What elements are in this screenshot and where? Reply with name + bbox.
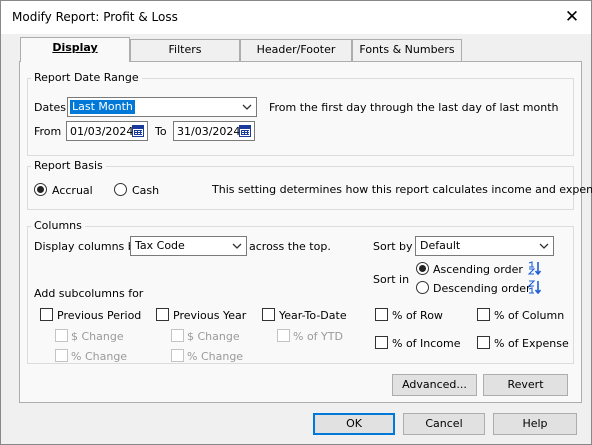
py-pct-change-checkbox[interactable] — [171, 349, 184, 362]
from-date-field[interactable]: 01/03/2024 — [66, 121, 148, 141]
tab-header-footer[interactable]: Header/Footer — [240, 39, 352, 61]
display-tab-panel: Report Date Range Dates Last Month From … — [19, 61, 592, 403]
dates-label: Dates — [34, 101, 67, 114]
across-the-top-label: across the top. — [249, 240, 331, 253]
to-label: To — [155, 125, 167, 138]
pp-pct-change-label: % Change — [71, 350, 128, 363]
previous-period-label: Previous Period — [57, 309, 142, 322]
to-date-value: 31/03/2024 — [177, 125, 241, 138]
ascending-order-radio[interactable] — [416, 262, 429, 275]
tab-fonts-numbers[interactable]: Fonts & Numbers — [352, 39, 462, 61]
close-icon[interactable]: ✕ — [561, 7, 583, 27]
pct-of-row-label: % of Row — [392, 309, 443, 322]
pp-pct-change-checkbox[interactable] — [55, 349, 68, 362]
pct-of-income-checkbox[interactable] — [375, 336, 388, 349]
sort-by-value: Default — [420, 239, 461, 252]
report-basis-label: Report Basis — [31, 159, 106, 172]
display-columns-dropdown[interactable]: Tax Code — [130, 236, 247, 256]
descending-order-radio[interactable] — [416, 281, 429, 294]
tab-display[interactable]: Display — [20, 37, 130, 62]
ok-button[interactable]: OK — [313, 413, 395, 435]
year-to-date-label: Year-To-Date — [279, 309, 347, 322]
cash-radio[interactable] — [114, 183, 127, 196]
date-range-description: From the first day through the last day … — [269, 101, 559, 114]
sort-in-label: Sort in — [373, 273, 410, 286]
to-date-field[interactable]: 31/03/2024 — [173, 121, 255, 141]
ascending-order-label: Ascending order — [433, 263, 523, 276]
previous-period-checkbox[interactable] — [40, 308, 53, 321]
add-subcolumns-label: Add subcolumns for — [34, 287, 144, 300]
cash-label: Cash — [132, 184, 160, 197]
revert-button[interactable]: Revert — [483, 374, 568, 396]
display-columns-label: Display columns by — [34, 240, 142, 253]
calendar-icon[interactable] — [239, 125, 251, 137]
window-title: Modify Report: Profit & Loss — [12, 10, 178, 24]
display-columns-value: Tax Code — [135, 239, 185, 252]
previous-year-label: Previous Year — [173, 309, 247, 322]
accrual-label: Accrual — [52, 184, 93, 197]
pct-of-expense-label: % of Expense — [494, 337, 569, 350]
advanced-button[interactable]: Advanced... — [392, 374, 477, 396]
chevron-down-icon — [232, 243, 242, 249]
dates-value: Last Month — [70, 100, 135, 114]
report-date-range-group — [27, 78, 574, 156]
dates-dropdown[interactable]: Last Month — [67, 97, 257, 117]
pp-dollar-change-label: $ Change — [71, 330, 124, 343]
calendar-icon[interactable] — [132, 125, 144, 137]
pp-dollar-change-checkbox[interactable] — [55, 329, 68, 342]
from-date-value: 01/03/2024 — [70, 125, 134, 138]
pct-of-column-label: % of Column — [494, 309, 565, 322]
sort-by-dropdown[interactable]: Default — [415, 236, 554, 256]
py-dollar-change-checkbox[interactable] — [171, 329, 184, 342]
ytd-pct-checkbox[interactable] — [277, 329, 290, 342]
pct-of-row-checkbox[interactable] — [375, 308, 388, 321]
modify-report-dialog: Modify Report: Profit & Loss ✕ Display F… — [0, 0, 592, 445]
pct-of-income-label: % of Income — [392, 337, 461, 350]
tab-filters-label: Filters — [168, 43, 202, 56]
pct-of-expense-checkbox[interactable] — [477, 336, 490, 349]
report-date-range-label: Report Date Range — [31, 71, 142, 84]
help-button[interactable]: Help — [493, 413, 577, 435]
from-label: From — [34, 125, 62, 138]
ytd-pct-label: % of YTD — [293, 330, 343, 343]
tab-fonts-numbers-label: Fonts & Numbers — [359, 43, 455, 56]
previous-year-checkbox[interactable] — [156, 308, 169, 321]
cancel-button[interactable]: Cancel — [403, 413, 485, 435]
sort-ascending-icon — [528, 261, 542, 275]
chevron-down-icon — [539, 243, 549, 249]
pct-of-column-checkbox[interactable] — [477, 308, 490, 321]
title-bar: Modify Report: Profit & Loss ✕ — [1, 1, 591, 34]
accrual-radio[interactable] — [34, 183, 47, 196]
basis-description: This setting determines how this report … — [212, 183, 592, 196]
tab-header-footer-label: Header/Footer — [256, 43, 336, 56]
py-pct-change-label: % Change — [187, 350, 244, 363]
py-dollar-change-label: $ Change — [187, 330, 240, 343]
sort-descending-icon — [528, 280, 542, 294]
year-to-date-checkbox[interactable] — [262, 308, 275, 321]
tab-filters[interactable]: Filters — [130, 39, 240, 61]
columns-label: Columns — [31, 219, 85, 232]
descending-order-label: Descending order — [433, 282, 531, 295]
sort-by-label: Sort by — [373, 240, 413, 253]
chevron-down-icon — [242, 104, 252, 110]
tab-display-label: Display — [52, 41, 98, 54]
